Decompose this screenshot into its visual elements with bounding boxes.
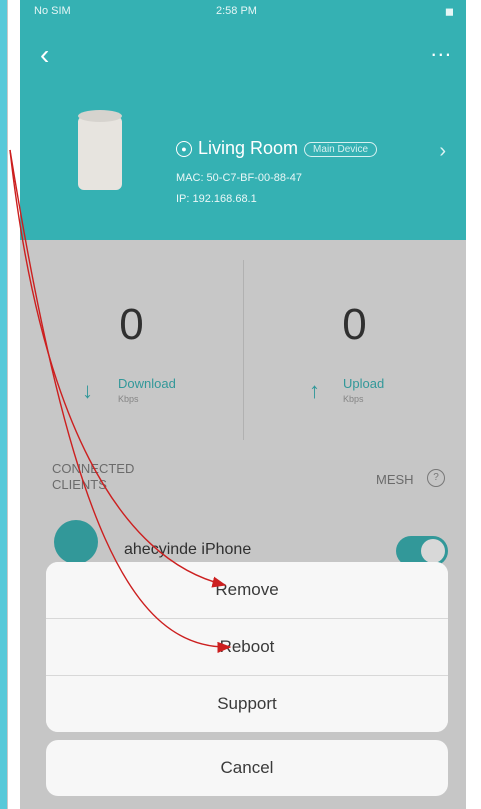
device-name-row[interactable]: ● Living Room Main Device	[176, 138, 378, 162]
action-sheet: Remove Reboot Support	[46, 562, 448, 732]
device-header: No SIM 2:58 PM ◼ ‹ ... ● Living Room Main …	[20, 0, 466, 240]
status-bar: No SIM 2:58 PM ◼	[20, 0, 466, 22]
device-name: Living Room	[198, 138, 299, 158]
more-options-button[interactable]: ...	[416, 38, 452, 60]
main-device-badge: Main Device	[304, 141, 378, 157]
location-pin-icon: ●	[176, 141, 192, 158]
page-edge-strip	[0, 0, 7, 809]
device-image-body	[78, 116, 122, 190]
chevron-right-icon[interactable]: ›	[439, 140, 446, 163]
chevron-left-icon[interactable]: ‹	[40, 40, 64, 70]
page-edge-divider	[7, 0, 8, 809]
support-button[interactable]: Support	[46, 676, 448, 732]
cancel-button[interactable]: Cancel	[46, 740, 448, 796]
device-mac: MAC: 50-C7-BF-00-88-47	[176, 172, 302, 184]
remove-button[interactable]: Remove	[46, 562, 448, 619]
deco-device-image	[78, 110, 122, 190]
status-time: 2:58 PM	[216, 5, 257, 17]
battery-icon: ◼	[444, 6, 454, 18]
carrier-text: No SIM	[34, 5, 71, 17]
phone-screen: No SIM 2:58 PM ◼ ‹ ... ● Living Room Main …	[20, 0, 466, 809]
device-ip: IP: 192.168.68.1	[176, 193, 257, 205]
reboot-button[interactable]: Reboot	[46, 619, 448, 676]
device-image-top	[78, 110, 122, 122]
